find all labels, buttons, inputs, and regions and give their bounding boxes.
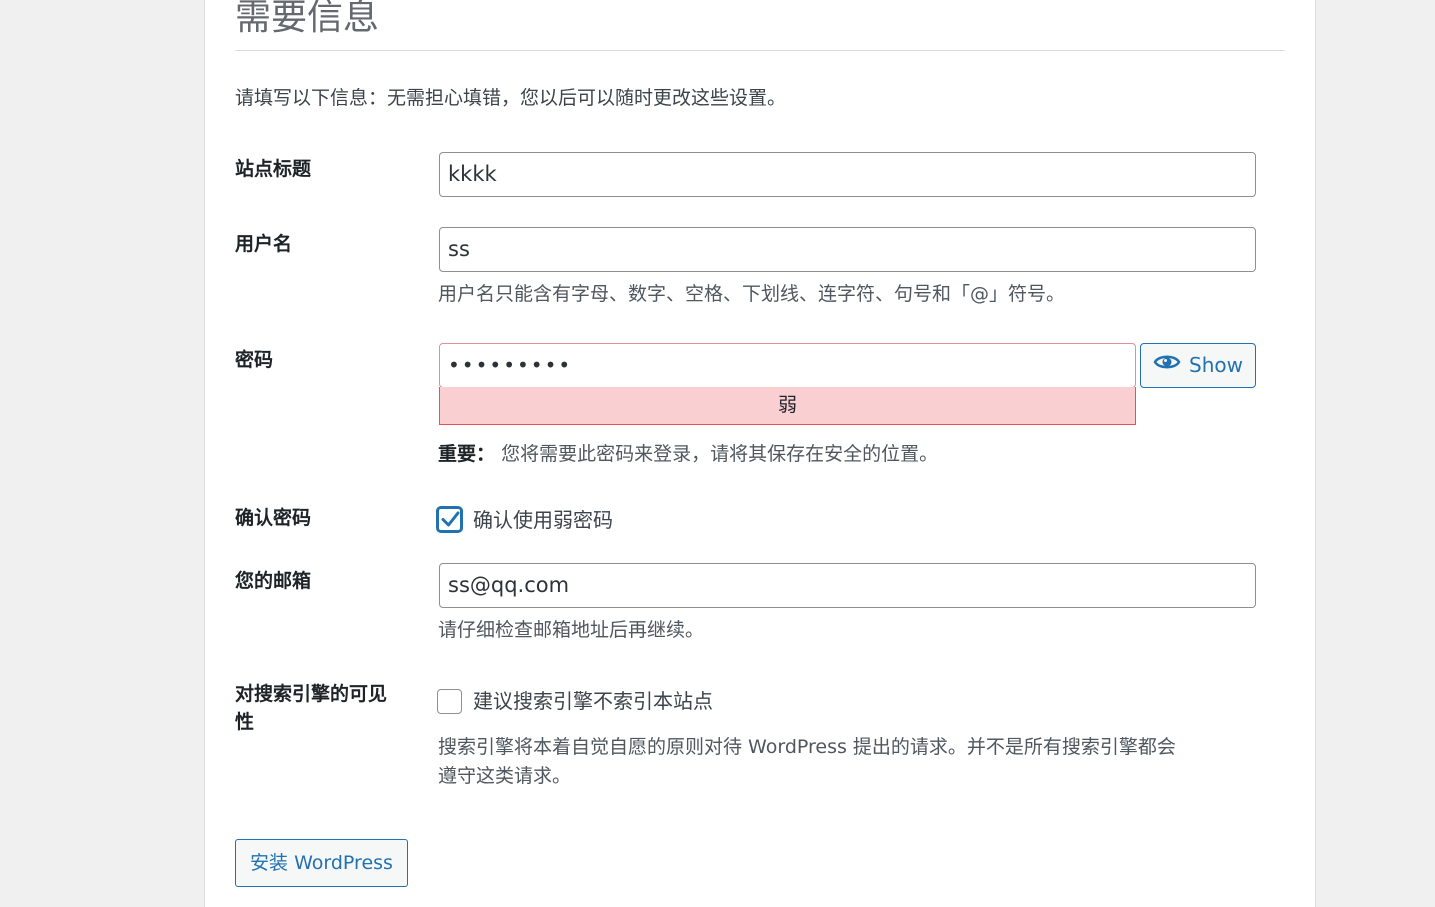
discourage-search-engines-label[interactable]: 建议搜索引擎不索引本站点 [473,687,713,715]
username-input[interactable]: ss [439,227,1256,272]
confirm-weak-password-label[interactable]: 确认使用弱密码 [473,506,613,534]
email-input[interactable]: ss@qq.com [439,563,1256,608]
discourage-search-engines-checkbox[interactable] [437,689,462,714]
search-visibility-label-line2: 性 [235,711,255,733]
confirm-weak-password-checkbox[interactable] [437,507,462,532]
password-label: 密码 [235,349,274,371]
checkmark-icon [441,511,460,527]
intro-text: 请填写以下信息：无需担心填错，您以后可以随时更改这些设置。 [235,87,787,109]
install-wordpress-button[interactable]: 安装 WordPress [235,839,408,887]
password-note-strong: 重要： [438,443,496,465]
eye-icon [1153,344,1181,387]
install-form-card: 需要信息 请填写以下信息：无需担心填错，您以后可以随时更改这些设置。 站点标题 … [204,0,1316,907]
heading-divider [235,50,1285,51]
search-visibility-label: 对搜索引擎的可见 性 [235,680,387,736]
search-visibility-hint-line1: 搜索引擎将本着自觉自愿的原则对待 WordPress 提出的请求。并不是所有搜索… [438,736,1176,758]
email-hint: 请仔细检查邮箱地址后再继续。 [438,619,705,641]
password-note-text: 您将需要此密码来登录，请将其保存在安全的位置。 [501,443,939,465]
username-hint: 用户名只能含有字母、数字、空格、下划线、连字符、句号和「@」符号。 [438,283,1066,305]
username-label: 用户名 [235,233,293,255]
show-password-label: Show [1189,353,1243,377]
site-title-label: 站点标题 [235,158,312,180]
password-strength-indicator: 弱 [439,387,1136,425]
email-label: 您的邮箱 [235,570,312,592]
site-title-input[interactable]: kkkk [439,152,1256,197]
search-visibility-hint: 搜索引擎将本着自觉自愿的原则对待 WordPress 提出的请求。并不是所有搜索… [438,733,1176,791]
confirm-password-label: 确认密码 [235,507,312,529]
password-note: 重要： 您将需要此密码来登录，请将其保存在安全的位置。 [438,440,938,469]
password-input[interactable]: ••••••••• [439,343,1136,388]
search-visibility-hint-line2: 遵守这类请求。 [438,765,572,787]
show-password-button[interactable]: Show [1140,343,1256,388]
search-visibility-label-line1: 对搜索引擎的可见 [235,683,388,705]
page-title: 需要信息 [235,0,380,38]
